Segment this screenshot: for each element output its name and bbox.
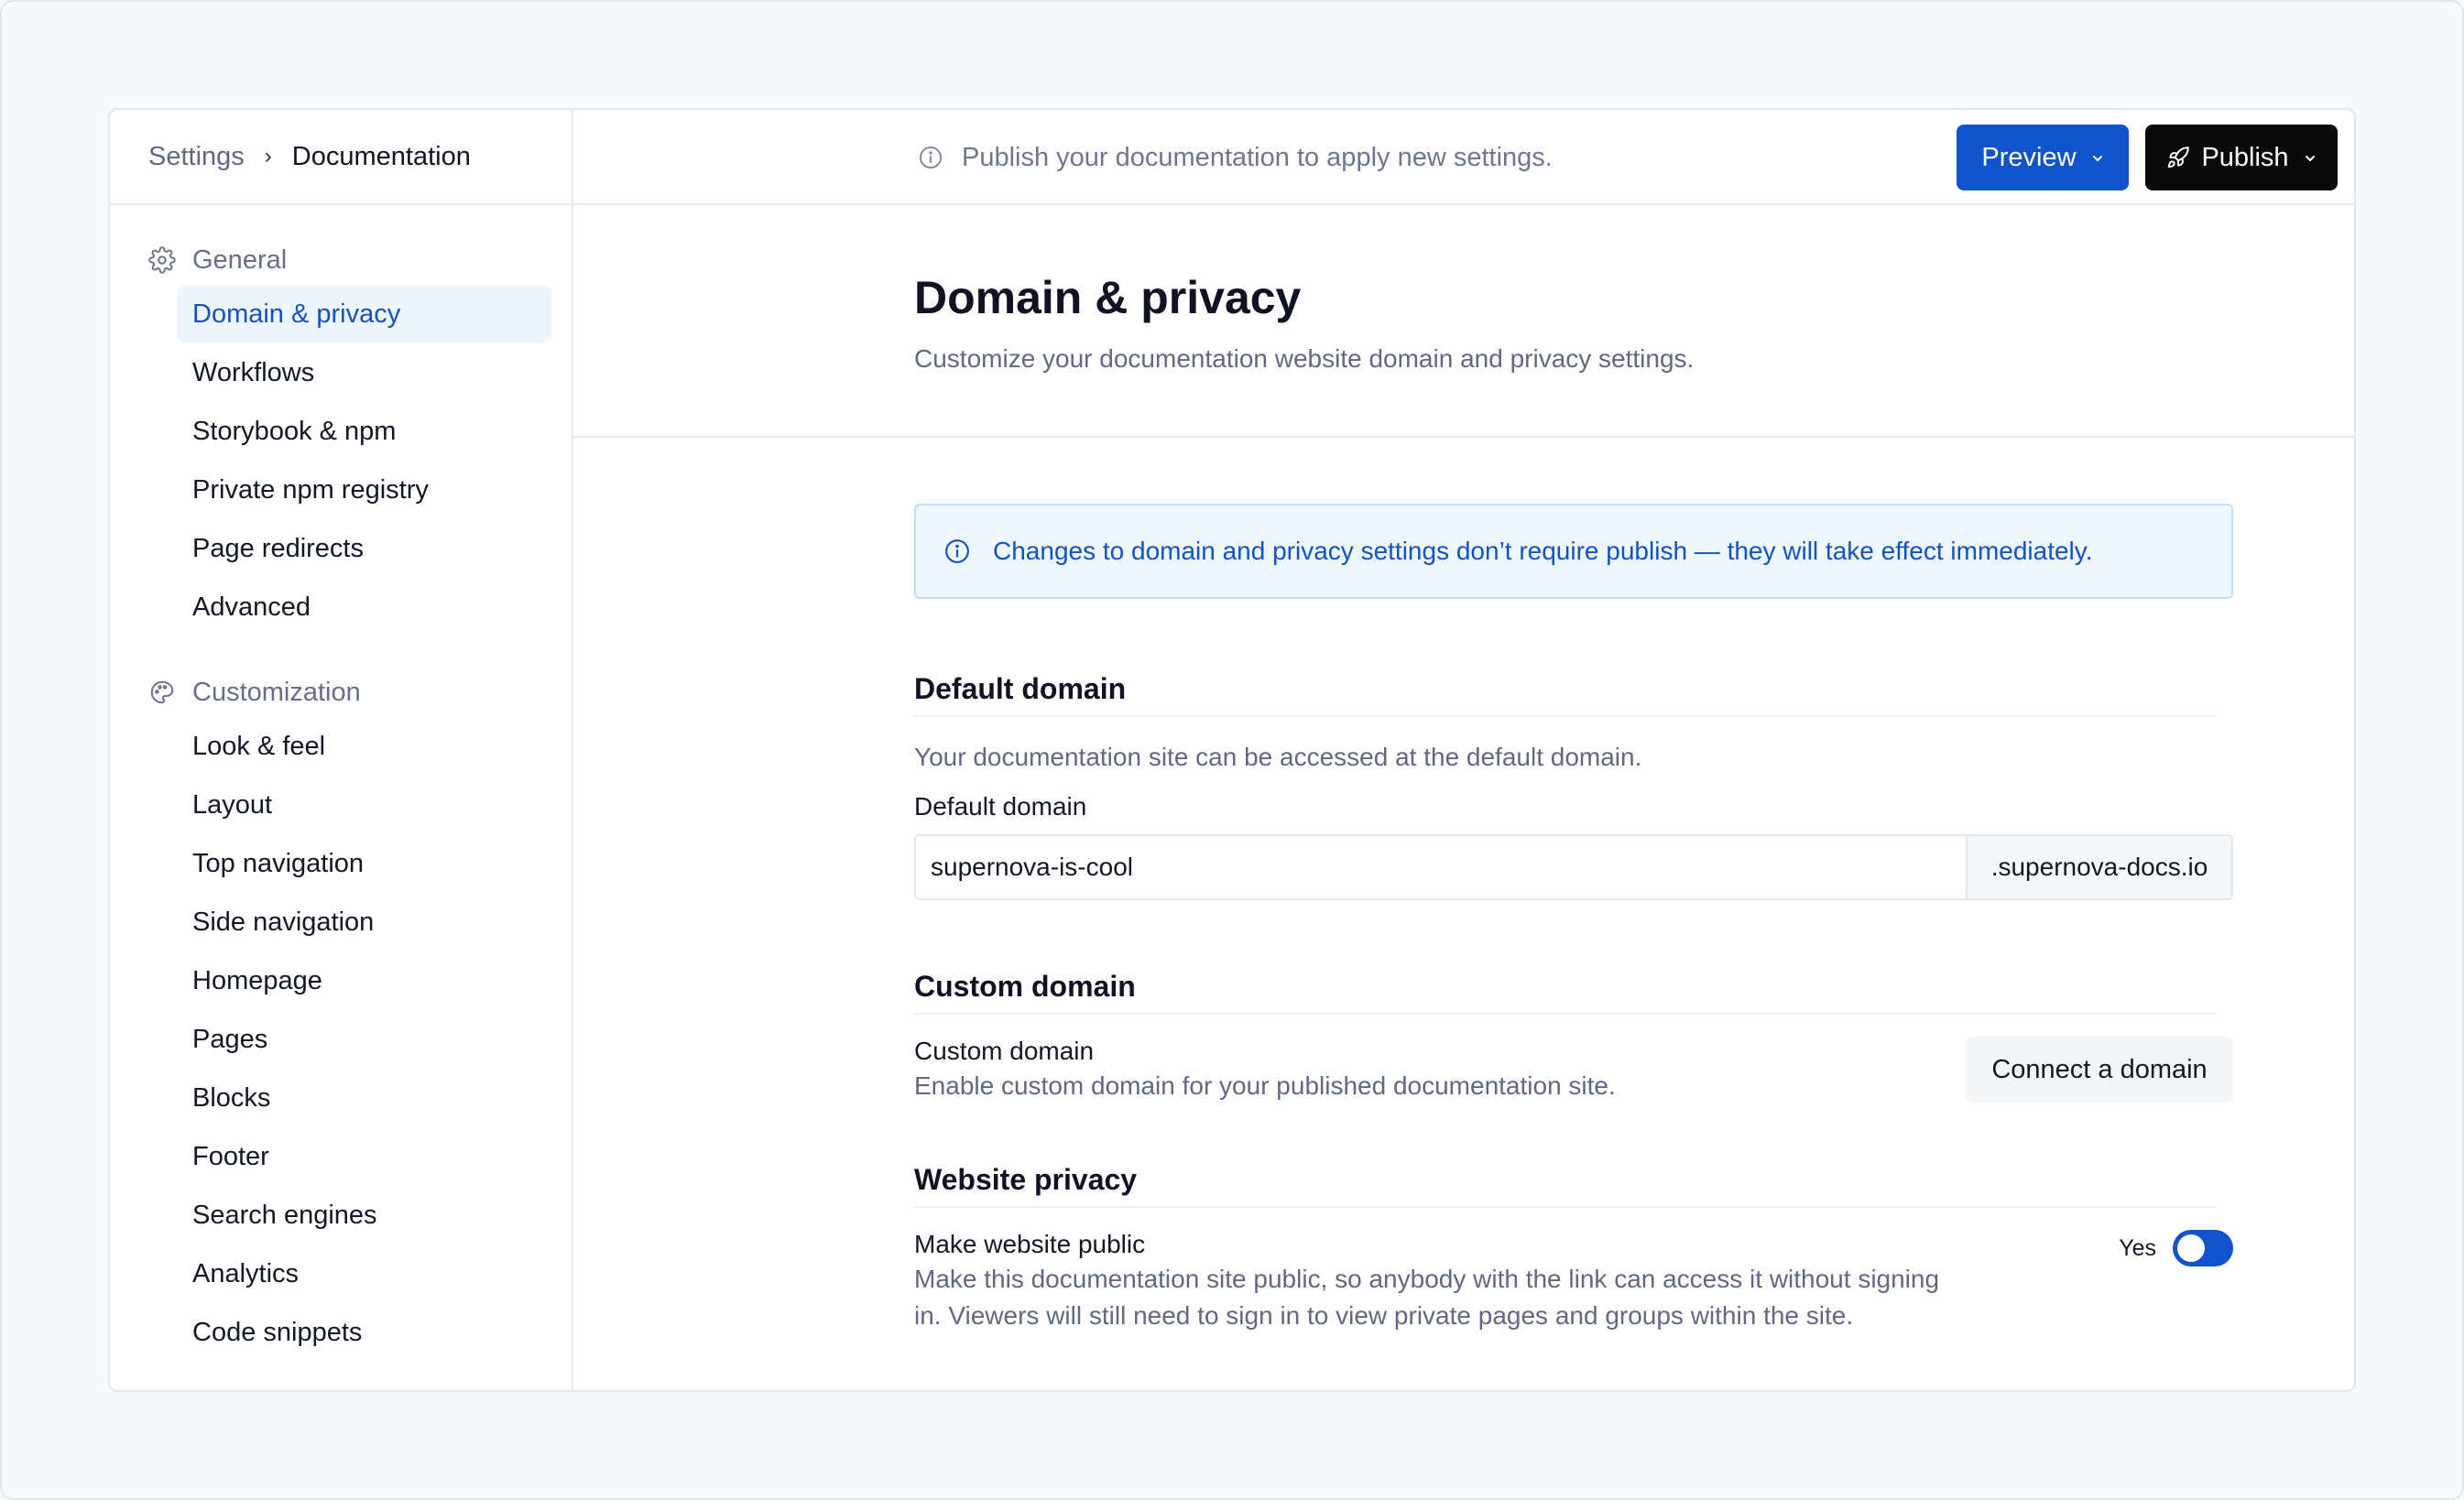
website-privacy-heading: Website privacy [914, 1163, 2215, 1208]
settings-app: Settings › Documentation General Domain … [108, 108, 2356, 1392]
custom-domain-row: Custom domain Enable custom domain for y… [914, 1037, 2233, 1104]
sidebar-item-footer[interactable]: Footer [178, 1128, 551, 1185]
make-public-toggle[interactable] [2173, 1230, 2233, 1266]
publish-button[interactable]: Publish [2145, 125, 2338, 190]
nav-group-label-customization: Customization [192, 677, 361, 707]
top-bar: Publish your documentation to apply new … [573, 110, 2354, 205]
sidebar-item-layout[interactable]: Layout [178, 777, 551, 833]
custom-domain-section: Custom domain Custom domain Enable custo… [914, 970, 2233, 1104]
sidebar-item-homepage[interactable]: Homepage [178, 952, 551, 1009]
sidebar-item-storybook-npm[interactable]: Storybook & npm [178, 403, 551, 460]
nav-group-general: General Domain & privacy Workflows Story… [110, 205, 572, 636]
sidebar-item-side-navigation[interactable]: Side navigation [178, 894, 551, 951]
nav-group-customization: Customization Look & feel Layout Top nav… [110, 637, 572, 1361]
default-domain-input[interactable] [916, 836, 1966, 898]
publish-button-label: Publish [2201, 142, 2289, 172]
nav-group-label-general: General [192, 245, 288, 275]
settings-content: Changes to domain and privacy settings d… [573, 504, 2233, 1334]
info-banner: Changes to domain and privacy settings d… [914, 504, 2233, 599]
custom-domain-text: Custom domain Enable custom domain for y… [914, 1037, 1616, 1104]
custom-domain-label: Custom domain [914, 1037, 1095, 1065]
rocket-icon [2166, 146, 2190, 169]
palette-icon [148, 679, 176, 706]
sidebar-item-pages[interactable]: Pages [178, 1011, 551, 1068]
default-domain-section: Default domain Your documentation site c… [914, 672, 2233, 900]
gear-icon [148, 246, 176, 274]
sidebar-item-advanced[interactable]: Advanced [178, 579, 551, 636]
default-domain-heading: Default domain [914, 672, 2215, 717]
breadcrumb: Settings › Documentation [110, 110, 572, 205]
sidebar-item-look-feel[interactable]: Look & feel [178, 718, 551, 775]
sidebar-item-workflows[interactable]: Workflows [178, 344, 551, 401]
sidebar-item-private-npm-registry[interactable]: Private npm registry [178, 462, 551, 518]
sidebar-item-code-snippets[interactable]: Code snippets [178, 1304, 551, 1361]
publish-notice: Publish your documentation to apply new … [918, 110, 1553, 205]
publish-notice-text: Publish your documentation to apply new … [962, 142, 1553, 172]
sidebar-item-page-redirects[interactable]: Page redirects [178, 520, 551, 577]
make-public-toggle-group: Yes [2119, 1230, 2233, 1266]
breadcrumb-current: Documentation [291, 141, 471, 171]
chevron-down-icon [2091, 149, 2104, 166]
chevron-down-icon [2304, 149, 2317, 166]
preview-button-label: Preview [1981, 142, 2077, 172]
connect-domain-button[interactable]: Connect a domain [1966, 1037, 2233, 1103]
info-icon [943, 538, 971, 565]
page-title: Domain & privacy [914, 272, 1302, 323]
info-banner-text: Changes to domain and privacy settings d… [993, 537, 2093, 565]
default-domain-label: Default domain [914, 792, 1087, 821]
breadcrumb-separator: › [264, 144, 272, 168]
website-privacy-row: Make website public Make this documentat… [914, 1230, 2233, 1334]
preview-button[interactable]: Preview [1957, 125, 2129, 190]
page-header: Domain & privacy Customize your document… [573, 205, 2354, 438]
custom-domain-description: Enable custom domain for your published … [914, 1071, 1616, 1100]
website-privacy-section: Website privacy Make website public Make… [914, 1163, 2233, 1334]
make-public-label: Make website public [914, 1230, 1146, 1258]
nav-group-heading: General [110, 242, 572, 278]
make-public-description-line: Make this documentation site public, so … [914, 1265, 1940, 1293]
sidebar-item-top-navigation[interactable]: Top navigation [178, 835, 551, 892]
custom-domain-heading: Custom domain [914, 970, 2215, 1015]
sidebar: Settings › Documentation General Domain … [110, 110, 573, 1390]
main-content: Domain & privacy Customize your document… [573, 205, 2354, 1390]
toggle-state-label: Yes [2119, 1234, 2156, 1261]
domain-suffix: .supernova-docs.io [1966, 836, 2231, 898]
nav-group-heading: Customization [110, 674, 572, 711]
page-subtitle: Customize your documentation website dom… [914, 344, 1695, 373]
info-icon [918, 145, 943, 170]
sidebar-item-domain-privacy[interactable]: Domain & privacy [178, 286, 551, 342]
sidebar-item-analytics[interactable]: Analytics [178, 1245, 551, 1302]
default-domain-field: .supernova-docs.io [914, 834, 2233, 900]
default-domain-description: Your documentation site can be accessed … [914, 743, 1642, 771]
breadcrumb-settings-link[interactable]: Settings [148, 142, 245, 172]
sidebar-item-blocks[interactable]: Blocks [178, 1070, 551, 1126]
sidebar-item-search-engines[interactable]: Search engines [178, 1187, 551, 1244]
website-privacy-text: Make website public Make this documentat… [914, 1230, 2050, 1334]
make-public-description: Make this documentation site public, so … [914, 1261, 2050, 1334]
toggle-knob [2177, 1234, 2205, 1262]
make-public-description-line: in. Viewers will still need to sign in t… [914, 1301, 1854, 1330]
